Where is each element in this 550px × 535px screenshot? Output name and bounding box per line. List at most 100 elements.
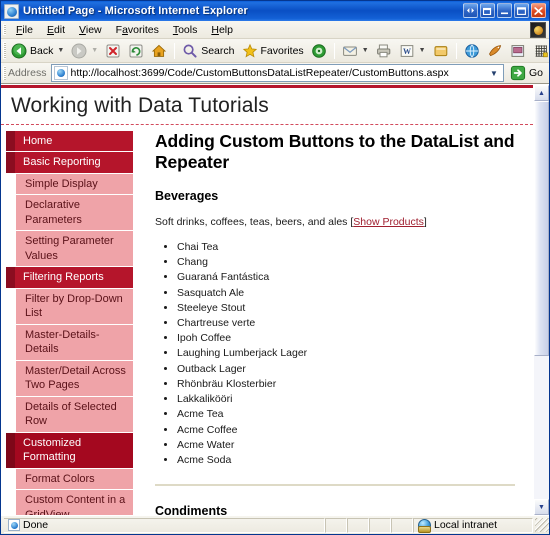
close-button[interactable] [531,3,546,18]
discuss-button[interactable] [461,41,483,61]
encoding-button[interactable] [530,41,550,61]
toolbar-separator [174,43,175,59]
address-bar: Address http://localhost:3699/Code/Custo… [1,63,549,84]
forward-icon [71,43,87,59]
research-button[interactable] [484,41,506,61]
go-button[interactable]: Go [510,65,549,81]
status-pane-3 [369,518,391,533]
page-icon [8,519,20,531]
address-input[interactable]: http://localhost:3699/Code/CustomButtons… [51,64,504,82]
forward-history-chevron-icon[interactable]: ▼ [91,47,98,54]
list-item: Chai Tea [177,240,515,255]
category-description-text: Soft drinks, coffees, teas, beers, and a… [155,216,347,228]
menu-favorites[interactable]: Favorites [109,23,166,37]
back-history-chevron-icon[interactable]: ▼ [57,47,64,54]
fullscreen-button[interactable] [507,41,529,61]
menubar-gripper[interactable] [3,24,6,35]
list-item: Chartreuse verte [177,316,515,331]
window-title: Untitled Page - Microsoft Internet Explo… [23,5,248,17]
main-content: Adding Custom Buttons to the DataList an… [133,125,533,515]
status-pane-2 [347,518,369,533]
sidebar-section-home[interactable]: Home [15,131,133,153]
sidebar-section-filtering-reports[interactable]: Filtering Reports [15,267,133,289]
search-button[interactable]: Search [179,41,237,61]
list-item: Ipoh Coffee [177,331,515,346]
sidebar-item-declarative-parameters[interactable]: Declarative Parameters [15,195,133,231]
mail-chevron-icon[interactable]: ▼ [362,47,369,54]
print-icon [376,43,392,59]
menu-file[interactable]: File [9,23,40,37]
toolbar-gripper[interactable] [3,42,6,59]
restore-window-button[interactable] [480,3,495,18]
status-text: Done [23,519,48,531]
sidebar-item-master-details-details[interactable]: Master-Details-Details [15,325,133,361]
back-button[interactable]: Back ▼ [8,41,67,61]
status-pane-4 [391,518,413,533]
list-item: Acme Soda [177,453,515,468]
page-title: Adding Custom Buttons to the DataList an… [155,131,515,174]
mail-button[interactable]: ▼ [339,41,372,61]
list-item: Laughing Lumberjack Lager [177,346,515,361]
list-item: Lakkalikööri [177,392,515,407]
refresh-button[interactable] [125,41,147,61]
back-button-label: Back [30,45,53,57]
section-separator [155,484,515,486]
stop-button[interactable] [102,41,124,61]
sidebar-item-master-detail-across-two-pages[interactable]: Master/Detail Across Two Pages [15,361,133,397]
resize-grip[interactable] [535,518,549,532]
back-icon [11,43,27,59]
browser-window: Untitled Page - Microsoft Internet Explo… [0,0,550,535]
edit-chevron-icon[interactable]: ▼ [419,47,426,54]
list-item: Guaraná Fantástica [177,270,515,285]
forward-button[interactable]: ▼ [68,41,101,61]
show-products-link[interactable]: Show Products [353,216,424,228]
scrollbar-track[interactable] [534,101,549,499]
menu-tools[interactable]: Tools [166,23,205,37]
sidebar-item-format-colors[interactable]: Format Colors [15,469,133,491]
maximize-button[interactable] [514,3,529,18]
home-button[interactable] [148,41,170,61]
toolbar-separator-3 [456,43,457,59]
scroll-up-button[interactable]: ▲ [534,85,549,101]
search-button-label: Search [201,45,234,57]
menu-edit[interactable]: Edit [40,23,72,37]
mail-icon [342,43,358,59]
media-icon [311,43,327,59]
sidebar-item-details-of-selected-row[interactable]: Details of Selected Row [15,397,133,433]
list-item: Steeleye Stout [177,301,515,316]
favorites-button[interactable]: Favorites [239,41,307,61]
refresh-icon [128,43,144,59]
sidebar-item-custom-content-in-a-gridview[interactable]: Custom Content in a GridView [15,490,133,515]
menu-help[interactable]: Help [204,23,240,37]
sidebar-item-simple-display[interactable]: Simple Display [15,174,133,196]
minimize-button[interactable] [497,3,512,18]
stop-icon [105,43,121,59]
search-icon [182,43,198,59]
restore-group-button[interactable] [463,3,478,18]
addressbar-gripper[interactable] [3,66,6,80]
toolbar-separator-2 [334,43,335,59]
edit-icon: W [399,43,415,59]
media-button[interactable] [308,41,330,61]
edit-button[interactable]: W ▼ [396,41,429,61]
sidebar-section-customized-formatting[interactable]: Customized Formatting [15,433,133,469]
sidebar-item-setting-parameter-values[interactable]: Setting Parameter Values [15,231,133,267]
fullscreen-icon [510,43,526,59]
sidebar-item-filter-by-drop-down-list[interactable]: Filter by Drop-Down List [15,289,133,325]
status-pane-1 [325,518,347,533]
vertical-scrollbar[interactable]: ▲ ▼ [533,85,549,515]
security-zone-pane[interactable]: Local intranet [413,518,533,533]
scrollbar-thumb[interactable] [534,101,549,356]
go-button-label: Go [529,67,543,79]
page-body: HomeBasic ReportingSimple DisplayDeclara… [1,125,533,515]
chevron-down-icon[interactable]: ▼ [486,65,502,81]
window-controls [463,3,546,18]
messenger-button[interactable] [430,41,452,61]
sidebar-section-basic-reporting[interactable]: Basic Reporting [15,152,133,174]
menu-view[interactable]: View [72,23,109,37]
scroll-down-button[interactable]: ▼ [534,499,549,515]
list-item: Acme Coffee [177,423,515,438]
security-zone-label: Local intranet [434,519,497,531]
print-button[interactable] [373,41,395,61]
favorites-button-label: Favorites [261,45,304,57]
